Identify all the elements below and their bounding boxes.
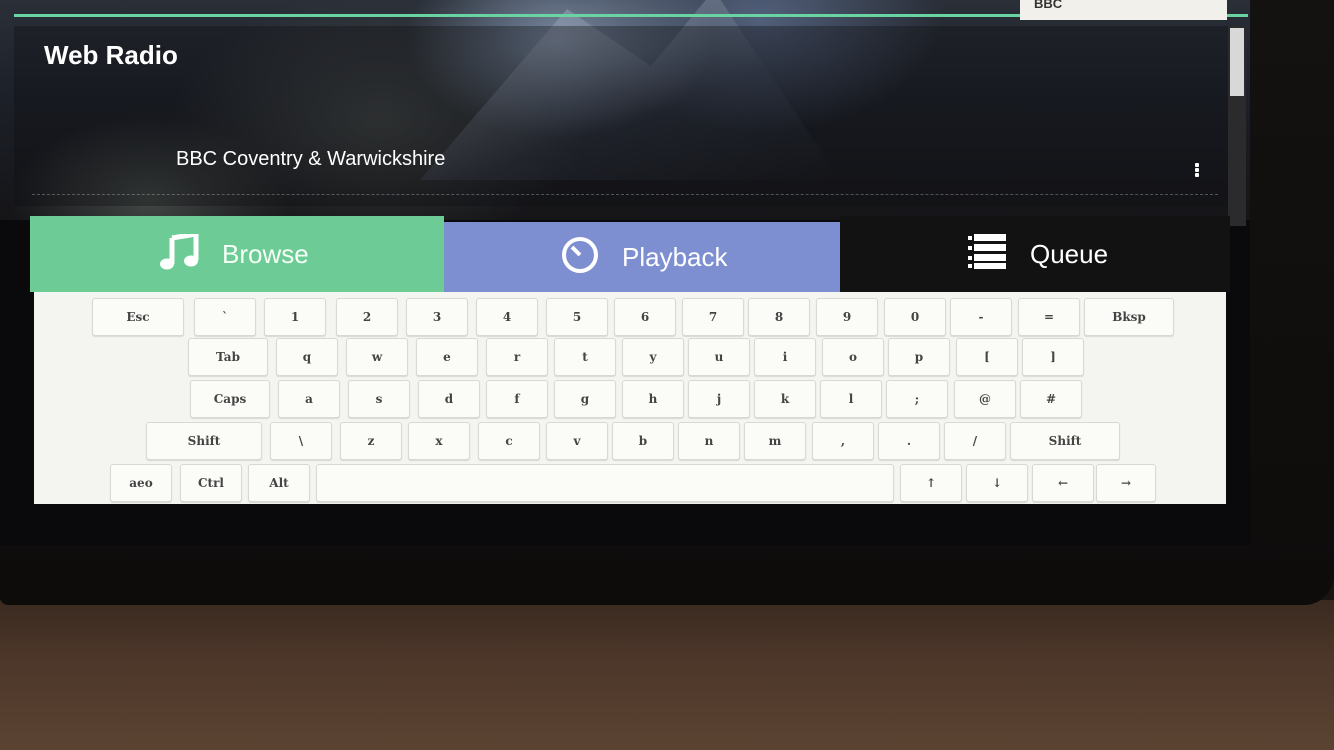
key-e[interactable]: e (416, 338, 478, 376)
key-n[interactable]: n (678, 422, 740, 460)
music-note-icon (160, 230, 200, 275)
tab-playback[interactable]: Playback (444, 222, 840, 292)
key-comma[interactable]: , (812, 422, 874, 460)
key-accents[interactable]: aeo (110, 464, 172, 502)
key-5[interactable]: 5 (546, 298, 608, 336)
tab-queue-label: Queue (1030, 238, 1109, 269)
more-options-icon[interactable] (1190, 162, 1204, 180)
key-j[interactable]: j (688, 380, 750, 418)
list-divider (32, 194, 1218, 195)
key-equals[interactable]: = (1018, 298, 1080, 336)
key-y[interactable]: y (622, 338, 684, 376)
desk-background (0, 600, 1334, 750)
scrollbar-thumb[interactable] (1230, 28, 1244, 96)
key-backspace[interactable]: Bksp (1084, 298, 1174, 336)
key-ctrl[interactable]: Ctrl (180, 464, 242, 502)
screen: BBC Web Radio BBC Coventry & Warwickshir… (0, 0, 1250, 545)
clock-icon (560, 235, 600, 280)
key-1[interactable]: 1 (264, 298, 326, 336)
key-p[interactable]: p (888, 338, 950, 376)
station-list-item[interactable]: BBC Coventry & Warwickshire (176, 148, 445, 171)
key-v[interactable]: v (546, 422, 608, 460)
key-backtick[interactable]: ` (194, 298, 256, 336)
key-o[interactable]: o (822, 338, 884, 376)
key-arrow-up[interactable]: ↑ (900, 464, 962, 502)
key-m[interactable]: m (744, 422, 806, 460)
tab-playback-label: Playback (622, 241, 728, 272)
key-right-bracket[interactable]: ] (1022, 338, 1084, 376)
key-z[interactable]: z (340, 422, 402, 460)
list-icon (968, 233, 1008, 275)
key-l[interactable]: l (820, 380, 882, 418)
key-i[interactable]: i (754, 338, 816, 376)
key-arrow-left[interactable]: ← (1032, 464, 1094, 502)
key-2[interactable]: 2 (336, 298, 398, 336)
key-a[interactable]: a (278, 380, 340, 418)
key-h[interactable]: h (622, 380, 684, 418)
key-u[interactable]: u (688, 338, 750, 376)
key-0[interactable]: 0 (884, 298, 946, 336)
key-9[interactable]: 9 (816, 298, 878, 336)
key-period[interactable]: . (878, 422, 940, 460)
key-caps[interactable]: Caps (190, 380, 270, 418)
tab-queue[interactable]: Queue (840, 216, 1230, 292)
tab-bar: Browse Playback Queue (30, 216, 1230, 292)
content-panel (14, 26, 1230, 206)
key-3[interactable]: 3 (406, 298, 468, 336)
key-backslash[interactable]: \ (270, 422, 332, 460)
key-k[interactable]: k (754, 380, 816, 418)
station-tile[interactable]: BBC (1020, 0, 1227, 20)
key-f[interactable]: f (486, 380, 548, 418)
tab-browse[interactable]: Browse (30, 216, 444, 292)
key-left-bracket[interactable]: [ (956, 338, 1018, 376)
key-s[interactable]: s (348, 380, 410, 418)
scrollbar[interactable] (1228, 26, 1246, 226)
key-6[interactable]: 6 (614, 298, 676, 336)
key-b[interactable]: b (612, 422, 674, 460)
key-c[interactable]: c (478, 422, 540, 460)
key-q[interactable]: q (276, 338, 338, 376)
key-arrow-down[interactable]: ↓ (966, 464, 1028, 502)
key-d[interactable]: d (418, 380, 480, 418)
on-screen-keyboard: Esc ` 1 2 3 4 5 6 7 8 9 0 - = Bksp Tab q… (34, 292, 1226, 504)
key-esc[interactable]: Esc (92, 298, 184, 336)
key-right-shift[interactable]: Shift (1010, 422, 1120, 460)
key-r[interactable]: r (486, 338, 548, 376)
key-7[interactable]: 7 (682, 298, 744, 336)
key-8[interactable]: 8 (748, 298, 810, 336)
key-left-shift[interactable]: Shift (146, 422, 262, 460)
key-x[interactable]: x (408, 422, 470, 460)
key-space[interactable] (316, 464, 894, 502)
key-t[interactable]: t (554, 338, 616, 376)
key-slash[interactable]: / (944, 422, 1006, 460)
tab-browse-label: Browse (222, 238, 309, 269)
key-minus[interactable]: - (950, 298, 1012, 336)
key-alt[interactable]: Alt (248, 464, 310, 502)
key-arrow-right[interactable]: → (1096, 464, 1156, 502)
key-hash[interactable]: # (1020, 380, 1082, 418)
key-tab[interactable]: Tab (188, 338, 268, 376)
key-semicolon[interactable]: ; (886, 380, 948, 418)
key-at[interactable]: @ (954, 380, 1016, 418)
key-4[interactable]: 4 (476, 298, 538, 336)
page-title: Web Radio (44, 40, 178, 70)
key-w[interactable]: w (346, 338, 408, 376)
key-g[interactable]: g (554, 380, 616, 418)
